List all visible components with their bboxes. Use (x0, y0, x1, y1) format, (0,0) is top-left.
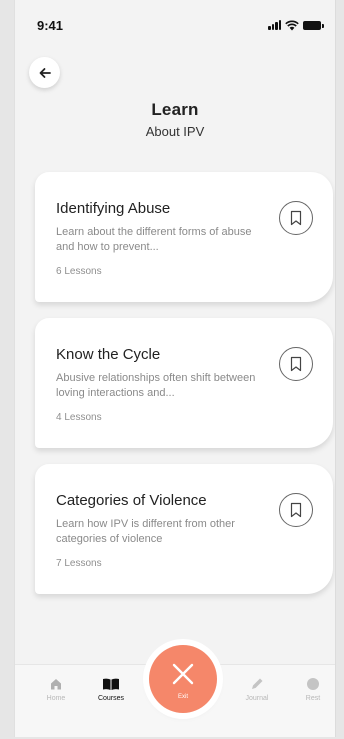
book-icon (103, 678, 119, 690)
course-description: Abusive relationships often shift betwee… (56, 372, 256, 399)
nav-courses[interactable]: Courses (89, 677, 133, 702)
phone-screen: 9:41 Learn About IPV Identifying Abuse L… (14, 0, 336, 737)
circle-icon (307, 678, 319, 690)
status-time: 9:41 (37, 18, 64, 33)
close-icon (172, 663, 194, 685)
course-title: Identifying Abuse (56, 200, 171, 217)
bookmark-icon (290, 210, 302, 226)
page-subtitle: About IPV (145, 124, 205, 139)
nav-rest[interactable]: Rest (291, 677, 335, 702)
nav-journal[interactable]: Journal (235, 677, 279, 702)
status-icons (268, 18, 324, 32)
nav-home-label: Home (46, 695, 66, 702)
nav-rest-label: Rest (305, 695, 321, 702)
course-card-categories-of-violence[interactable]: Categories of Violence Learn how IPV is … (35, 464, 333, 594)
bookmark-button[interactable] (279, 201, 313, 235)
course-title: Know the Cycle (56, 346, 161, 363)
wifi-icon (285, 20, 299, 30)
course-title: Categories of Violence (56, 492, 207, 509)
course-description: Learn how IPV is different from other ca… (56, 518, 235, 545)
page-title: Learn (151, 100, 199, 119)
nav-journal-label: Journal (245, 695, 269, 702)
exit-label: Exit (177, 694, 188, 700)
back-button[interactable] (29, 57, 60, 88)
nav-home[interactable]: Home (34, 677, 78, 702)
battery-icon (303, 20, 324, 30)
nav-courses-label: Courses (97, 695, 125, 702)
home-indicator-area (15, 714, 335, 737)
lesson-count: 4 Lessons (56, 412, 102, 423)
lesson-count: 6 Lessons (56, 266, 102, 277)
course-card-know-the-cycle[interactable]: Know the Cycle Abusive relationships oft… (35, 318, 333, 448)
course-card-identifying-abuse[interactable]: Identifying Abuse Learn about the differ… (35, 172, 333, 302)
bookmark-icon (290, 356, 302, 372)
home-icon (51, 679, 61, 690)
course-description: Learn about the different forms of abuse… (56, 226, 252, 253)
arrow-left-icon (39, 67, 51, 78)
lesson-count: 7 Lessons (56, 558, 102, 569)
pencil-icon (252, 678, 263, 689)
signal-icon (268, 20, 281, 30)
exit-button[interactable]: Exit (149, 645, 217, 713)
bookmark-icon (290, 502, 302, 518)
bookmark-button[interactable] (279, 493, 313, 527)
bookmark-button[interactable] (279, 347, 313, 381)
status-bar: 9:41 (15, 14, 335, 36)
